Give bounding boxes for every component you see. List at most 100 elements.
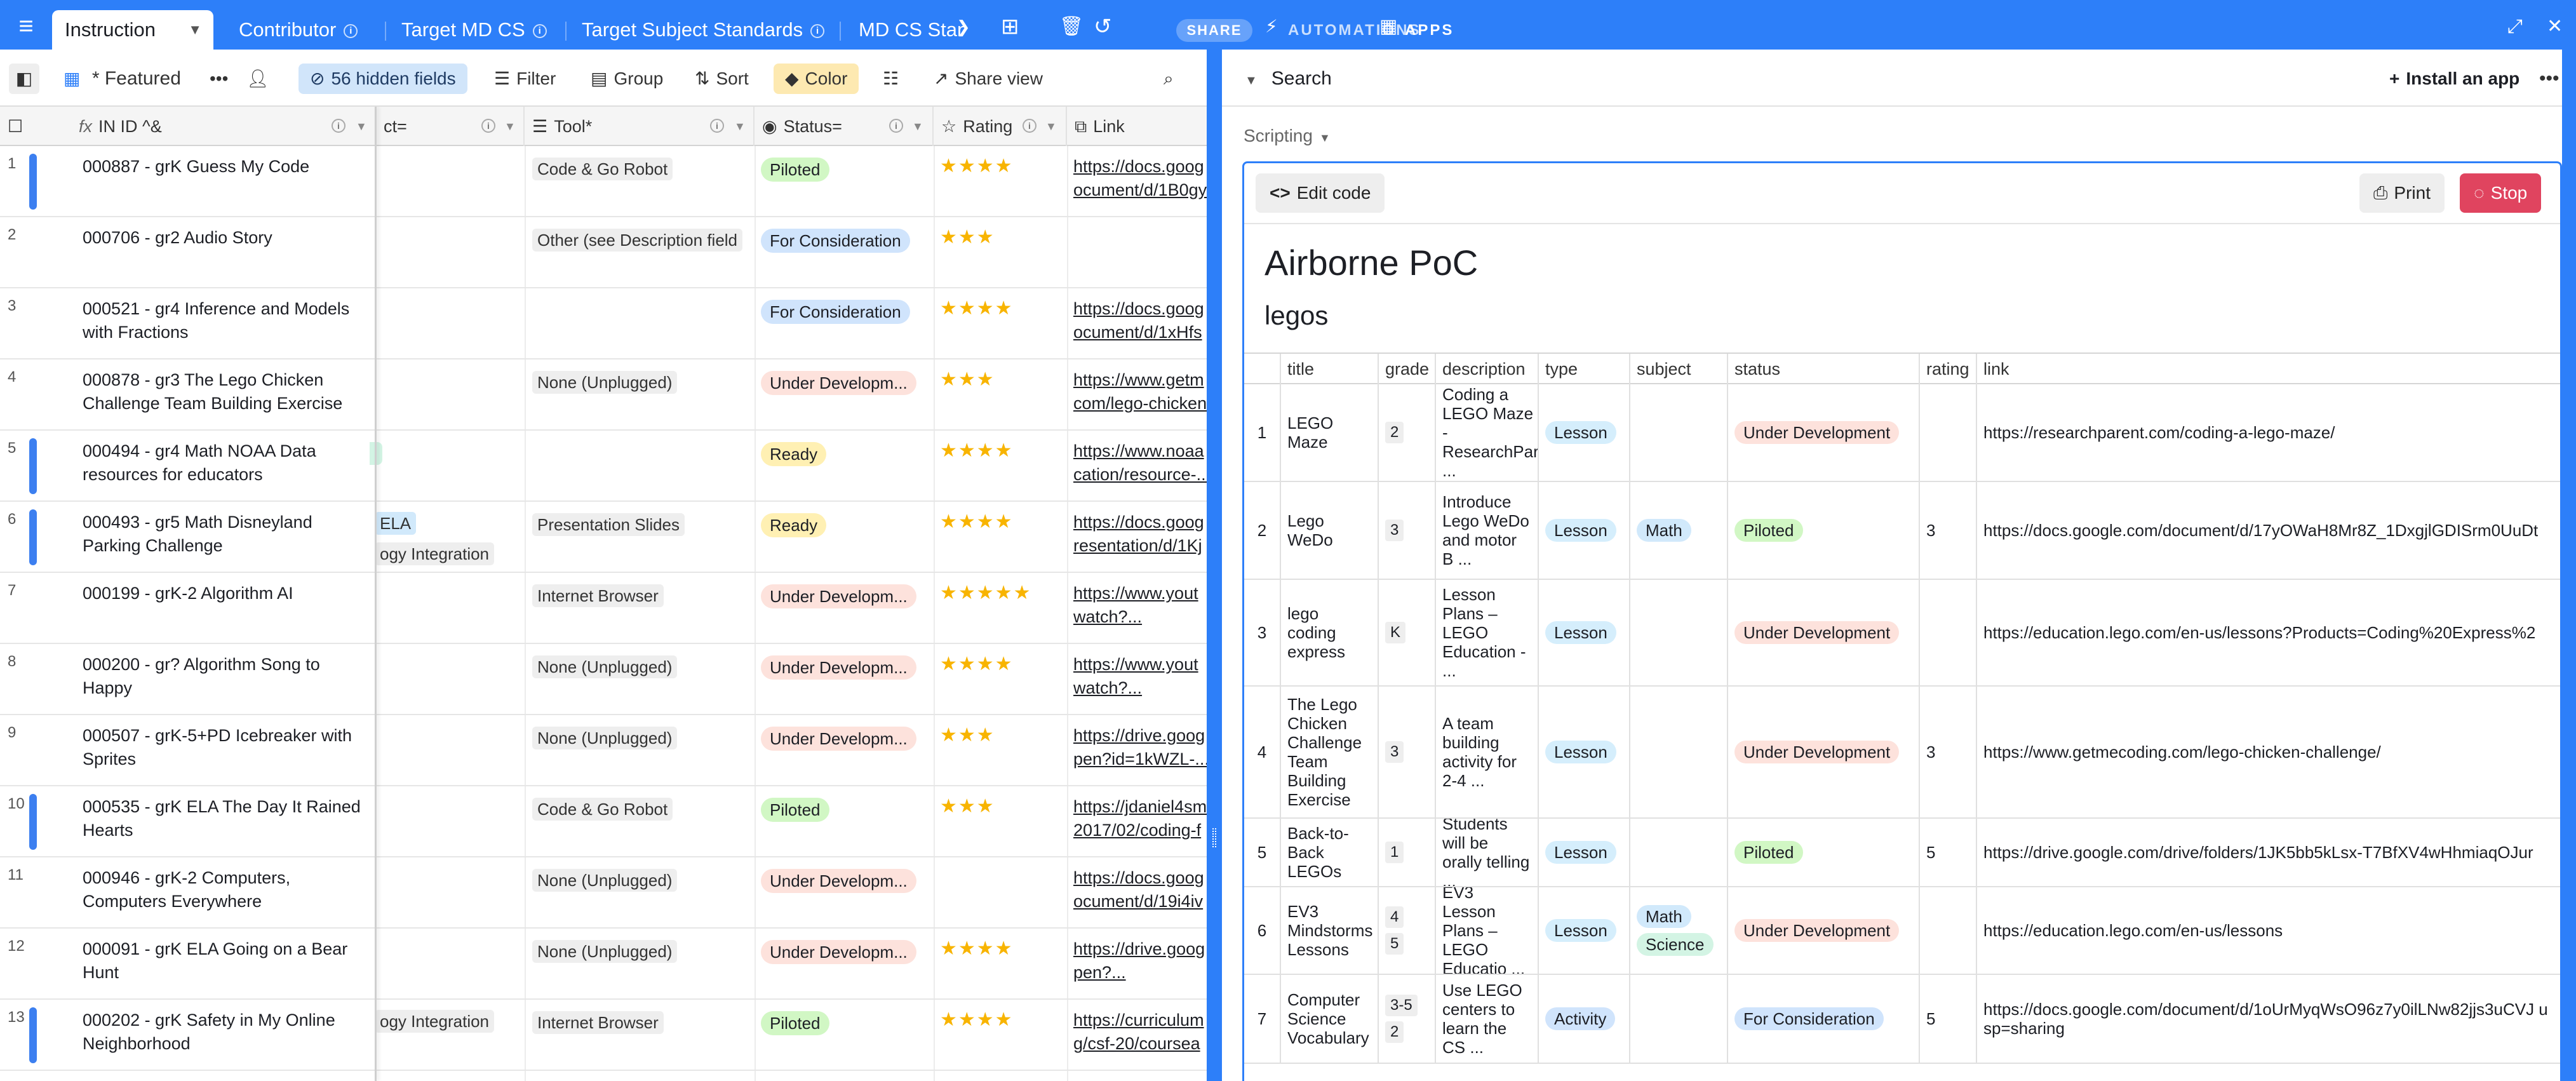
- link-text-line[interactable]: https://docs.goog: [1073, 866, 1207, 890]
- table-row[interactable]: 2 000706 - gr2 Audio Story Other (see Desc…: [0, 217, 1207, 288]
- chevron-down-icon[interactable]: ▼: [1045, 107, 1057, 146]
- link-cell[interactable]: https://jdaniel4sm 2017/02/coding-f: [1073, 795, 1207, 842]
- rating-stars[interactable]: ★★★★: [940, 297, 1014, 319]
- sort-button[interactable]: ⇅ Sort: [695, 64, 749, 94]
- table-row[interactable]: 11 000946 - grK-2 Computers, Computers Ev…: [0, 857, 1207, 929]
- column-header-subject[interactable]: ct= i ▼: [376, 107, 525, 146]
- automations-icon[interactable]: ⚡︎: [1265, 14, 1278, 39]
- chevron-down-icon[interactable]: ▼: [1245, 74, 1258, 88]
- view-switcher[interactable]: ▦ * Featured: [64, 64, 181, 94]
- tabs-overflow-chevron-icon[interactable]: ❯: [956, 14, 970, 39]
- link-text-line[interactable]: g/csf-20/coursea: [1073, 1032, 1207, 1056]
- rating-stars[interactable]: ★★★★: [940, 653, 1014, 675]
- rating-stars[interactable]: ★★★★: [940, 440, 1014, 462]
- link-text[interactable]: https://drive.google.com/drive/folders/1…: [1983, 843, 2533, 862]
- group-button[interactable]: ▤ Group: [591, 64, 663, 94]
- row-height-icon[interactable]: ☷: [883, 64, 899, 94]
- tab-instruction[interactable]: Instruction ▼: [52, 10, 213, 50]
- automations-button[interactable]: AUTOMATIONS: [1288, 19, 1421, 42]
- link-text-line[interactable]: ocument/d/19i4iv: [1073, 890, 1207, 913]
- rating-stars[interactable]: ★★★: [940, 795, 995, 817]
- record-title[interactable]: 000706 - gr2 Audio Story: [83, 226, 362, 250]
- table-row[interactable]: 4 000878 - gr3 The Lego Chicken Challenge…: [0, 359, 1207, 431]
- chevron-down-icon[interactable]: ▼: [504, 107, 516, 146]
- link-cell[interactable]: https://docs.goog ocument/d/1B0gy: [1073, 155, 1207, 202]
- panel-resize-handle[interactable]: [1207, 50, 1222, 1081]
- record-title[interactable]: 000493 - gr5 Math Disneyland Parking Cha…: [83, 511, 362, 558]
- link-cell[interactable]: https://drive.goog pen?id=1kWZL-...: [1073, 724, 1207, 771]
- link-text[interactable]: https://researchparent.com/coding-a-lego…: [1983, 423, 2335, 442]
- more-options-icon[interactable]: •••: [210, 64, 228, 94]
- table-row[interactable]: 12 000091 - grK ELA Going on a Bear Hunt N…: [0, 929, 1207, 1000]
- tab-target-md-cs[interactable]: Target MD CS i: [389, 10, 564, 50]
- select-all-checkbox[interactable]: ☐: [0, 107, 30, 146]
- link-text[interactable]: https://docs.google.com/document/d/1oUrM…: [1983, 1000, 2554, 1038]
- add-table-icon[interactable]: ⊞: [1001, 14, 1019, 39]
- trash-icon[interactable]: 🗑︎: [1059, 14, 1083, 39]
- sidebar-toggle-icon[interactable]: ◧: [9, 64, 39, 94]
- link-cell[interactable]: https://www.yout watch?...: [1073, 582, 1207, 629]
- tab-target-subject-standards[interactable]: Target Subject Standards i: [569, 10, 836, 50]
- table-row[interactable]: 5 000494 - gr4 Math NOAA Data resources f…: [0, 431, 1207, 502]
- table-row[interactable]: 9 000507 - grK-5+PD Icebreaker with Sprit…: [0, 715, 1207, 786]
- link-text-line[interactable]: https://drive.goog: [1073, 724, 1207, 748]
- record-title[interactable]: 000521 - gr4 Inference and Models with F…: [83, 297, 362, 344]
- chevron-down-icon[interactable]: ▼: [912, 107, 923, 146]
- hidden-fields-button[interactable]: ⊘ 56 hidden fields: [299, 64, 467, 94]
- link-text-line[interactable]: com/lego-chicken: [1073, 392, 1207, 415]
- link-text-line[interactable]: https://docs.goog: [1073, 297, 1207, 321]
- more-options-icon[interactable]: •••: [2539, 64, 2559, 94]
- menu-icon[interactable]: ≡: [11, 11, 41, 41]
- rating-stars[interactable]: ★★★★: [940, 155, 1014, 177]
- table-row[interactable]: 13 000202 - grK Safety in My Online Neigh…: [0, 1000, 1207, 1071]
- link-text-line[interactable]: pen?...: [1073, 961, 1207, 984]
- link-cell[interactable]: https://docs.goog ocument/d/19i4iv: [1073, 866, 1207, 913]
- record-title[interactable]: 000887 - grK Guess My Code: [83, 155, 362, 178]
- table-row[interactable]: 7 000199 - grK-2 Algorithm AI Internet Bro…: [0, 573, 1207, 644]
- link-cell[interactable]: https://www.noaa cation/resource-...: [1073, 440, 1207, 487]
- person-icon[interactable]: 👤︎: [246, 64, 269, 94]
- record-title[interactable]: 000202 - grK Safety in My Online Neighbo…: [83, 1009, 362, 1056]
- link-text-line[interactable]: resentation/d/1Kj: [1073, 534, 1207, 558]
- column-header-primary[interactable]: fx IN ID ^& i ▼: [71, 107, 376, 146]
- rating-stars[interactable]: ★★★: [940, 368, 995, 391]
- link-text-line[interactable]: https://drive.goog: [1073, 937, 1207, 961]
- rating-stars[interactable]: ★★★★★: [940, 582, 1031, 604]
- link-cell[interactable]: https://docs.goog ocument/d/1xHfs: [1073, 297, 1207, 344]
- share-view-button[interactable]: ↗ Share view: [934, 64, 1043, 94]
- link-cell[interactable]: https://drive.goog pen?...: [1073, 937, 1207, 984]
- tab-contributor[interactable]: Contributor i: [226, 10, 379, 50]
- record-title[interactable]: 000878 - gr3 The Lego Chicken Challenge …: [83, 368, 362, 415]
- rating-stars[interactable]: ★★★★: [940, 511, 1014, 533]
- link-text-line[interactable]: https://www.yout: [1073, 582, 1207, 605]
- link-text-line[interactable]: https://curriculum: [1073, 1009, 1207, 1032]
- apps-icon[interactable]: ▦: [1379, 14, 1397, 39]
- column-header-link[interactable]: ⧉ Link: [1067, 107, 1207, 146]
- print-button[interactable]: ⎙ Print: [2359, 173, 2445, 213]
- drag-handle-icon[interactable]: [1212, 828, 1216, 847]
- link-text-line[interactable]: https://jdaniel4sm: [1073, 795, 1207, 819]
- column-header-tool[interactable]: ☰ Tool* i ▼: [525, 107, 755, 146]
- close-icon[interactable]: ✕: [2547, 14, 2563, 39]
- record-title[interactable]: 000507 - grK-5+PD Icebreaker with Sprite…: [83, 724, 362, 771]
- record-title[interactable]: 000200 - gr? Algorithm Song to Happy: [83, 653, 362, 700]
- link-text-line[interactable]: ocument/d/1xHfs: [1073, 321, 1207, 344]
- record-title[interactable]: 000199 - grK-2 Algorithm AI: [83, 582, 362, 605]
- table-row[interactable]: 6 000493 - gr5 Math Disneyland Parking Ch…: [0, 502, 1207, 573]
- link-text-line[interactable]: watch?...: [1073, 605, 1207, 629]
- link-text[interactable]: https://www.getmecoding.com/lego-chicken…: [1983, 742, 2381, 762]
- record-title[interactable]: 000091 - grK ELA Going on a Bear Hunt: [83, 937, 362, 984]
- frozen-column-divider[interactable]: [375, 107, 377, 1081]
- table-row[interactable]: 8 000200 - gr? Algorithm Song to Happy Non…: [0, 644, 1207, 715]
- link-text-line[interactable]: https://www.yout: [1073, 653, 1207, 676]
- chevron-down-icon[interactable]: ▼: [356, 107, 367, 146]
- record-title[interactable]: 000946 - grK-2 Computers, Computers Ever…: [83, 866, 362, 913]
- filter-button[interactable]: ☰ Filter: [494, 64, 556, 94]
- search-icon[interactable]: ⌕: [1164, 64, 1174, 94]
- share-button[interactable]: SHARE: [1176, 19, 1252, 42]
- link-text-line[interactable]: https://docs.goog: [1073, 511, 1207, 534]
- column-header-rating[interactable]: ☆ Rating i ▼: [934, 107, 1067, 146]
- table-row[interactable]: 10 000535 - grK ELA The Day It Rained Hea…: [0, 786, 1207, 857]
- link-cell[interactable]: https://docs.goog resentation/d/1Kj: [1073, 511, 1207, 558]
- record-title[interactable]: 000535 - grK ELA The Day It Rained Heart…: [83, 795, 362, 842]
